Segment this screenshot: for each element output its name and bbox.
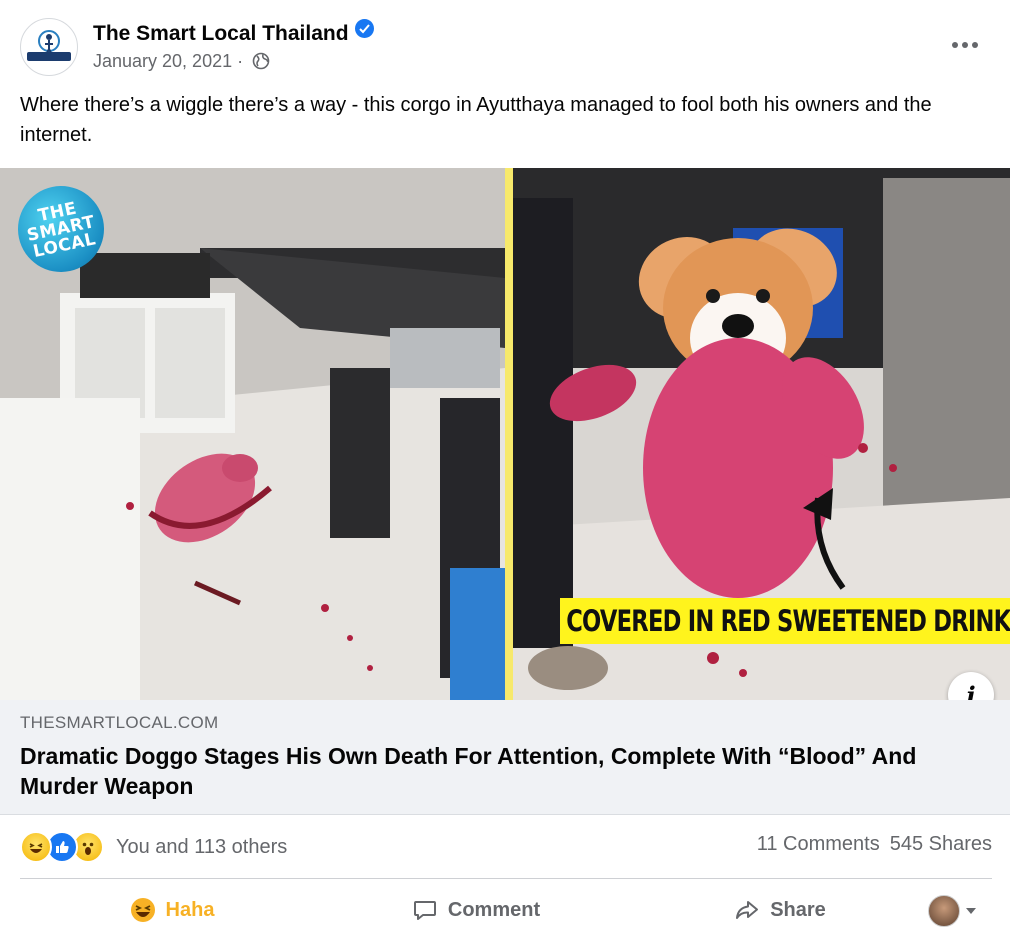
comment-label: Comment xyxy=(447,898,541,921)
shares-count[interactable]: 545 Shares xyxy=(890,833,992,855)
meta-separator: · xyxy=(237,51,244,71)
verified-badge-icon xyxy=(354,19,374,38)
post-meta: January 20, 2021 · xyxy=(93,51,270,75)
haha-icon xyxy=(130,897,156,923)
post-caption: Where there’s a wiggle there’s a way - t… xyxy=(20,94,932,146)
dot xyxy=(972,42,978,48)
audience-selector[interactable] xyxy=(928,895,976,927)
post-image[interactable]: THE SMART LOCAL COVERED IN RED SWEETENED… xyxy=(0,168,1010,700)
haha-label: Haha xyxy=(165,898,215,921)
link-preview[interactable]: THESMARTLOCAL.COM Dramatic Doggo Stages … xyxy=(0,700,1010,815)
share-button[interactable]: Share xyxy=(628,884,932,936)
post-actions: Haha Comment Share xyxy=(20,884,992,936)
haha-icon xyxy=(20,831,52,863)
post-header: The Smart Local Thailand January 20, 202… xyxy=(0,0,1010,88)
link-domain: THESMARTLOCAL.COM xyxy=(20,713,219,732)
engagement-counts: 11 Comments 545 Shares xyxy=(757,833,992,856)
share-icon xyxy=(734,897,760,923)
link-title[interactable]: Dramatic Doggo Stages His Own Death For … xyxy=(20,741,980,801)
comments-count[interactable]: 11 Comments xyxy=(757,833,880,855)
comment-button[interactable]: Comment xyxy=(324,884,628,936)
comment-icon xyxy=(412,897,438,923)
page-name[interactable]: The Smart Local Thailand xyxy=(93,19,374,46)
post-date[interactable]: January 20, 2021 xyxy=(93,51,232,71)
dot xyxy=(962,42,968,48)
haha-button[interactable]: Haha xyxy=(20,884,324,936)
share-label: Share xyxy=(770,898,826,921)
globe-icon xyxy=(252,52,270,75)
reaction-summary[interactable]: You and 113 others xyxy=(20,830,287,864)
divider-line xyxy=(20,878,992,879)
image-divider xyxy=(505,168,513,700)
user-avatar xyxy=(928,895,960,927)
page-avatar[interactable] xyxy=(20,18,78,76)
chevron-down-icon xyxy=(966,908,976,914)
more-options-button[interactable] xyxy=(942,28,988,62)
overlay-caption: COVERED IN RED SWEETENED DRINK xyxy=(560,598,1010,644)
page-name-text[interactable]: The Smart Local Thailand xyxy=(93,22,349,45)
dot xyxy=(952,42,958,48)
reactions-text[interactable]: You and 113 others xyxy=(116,836,287,859)
